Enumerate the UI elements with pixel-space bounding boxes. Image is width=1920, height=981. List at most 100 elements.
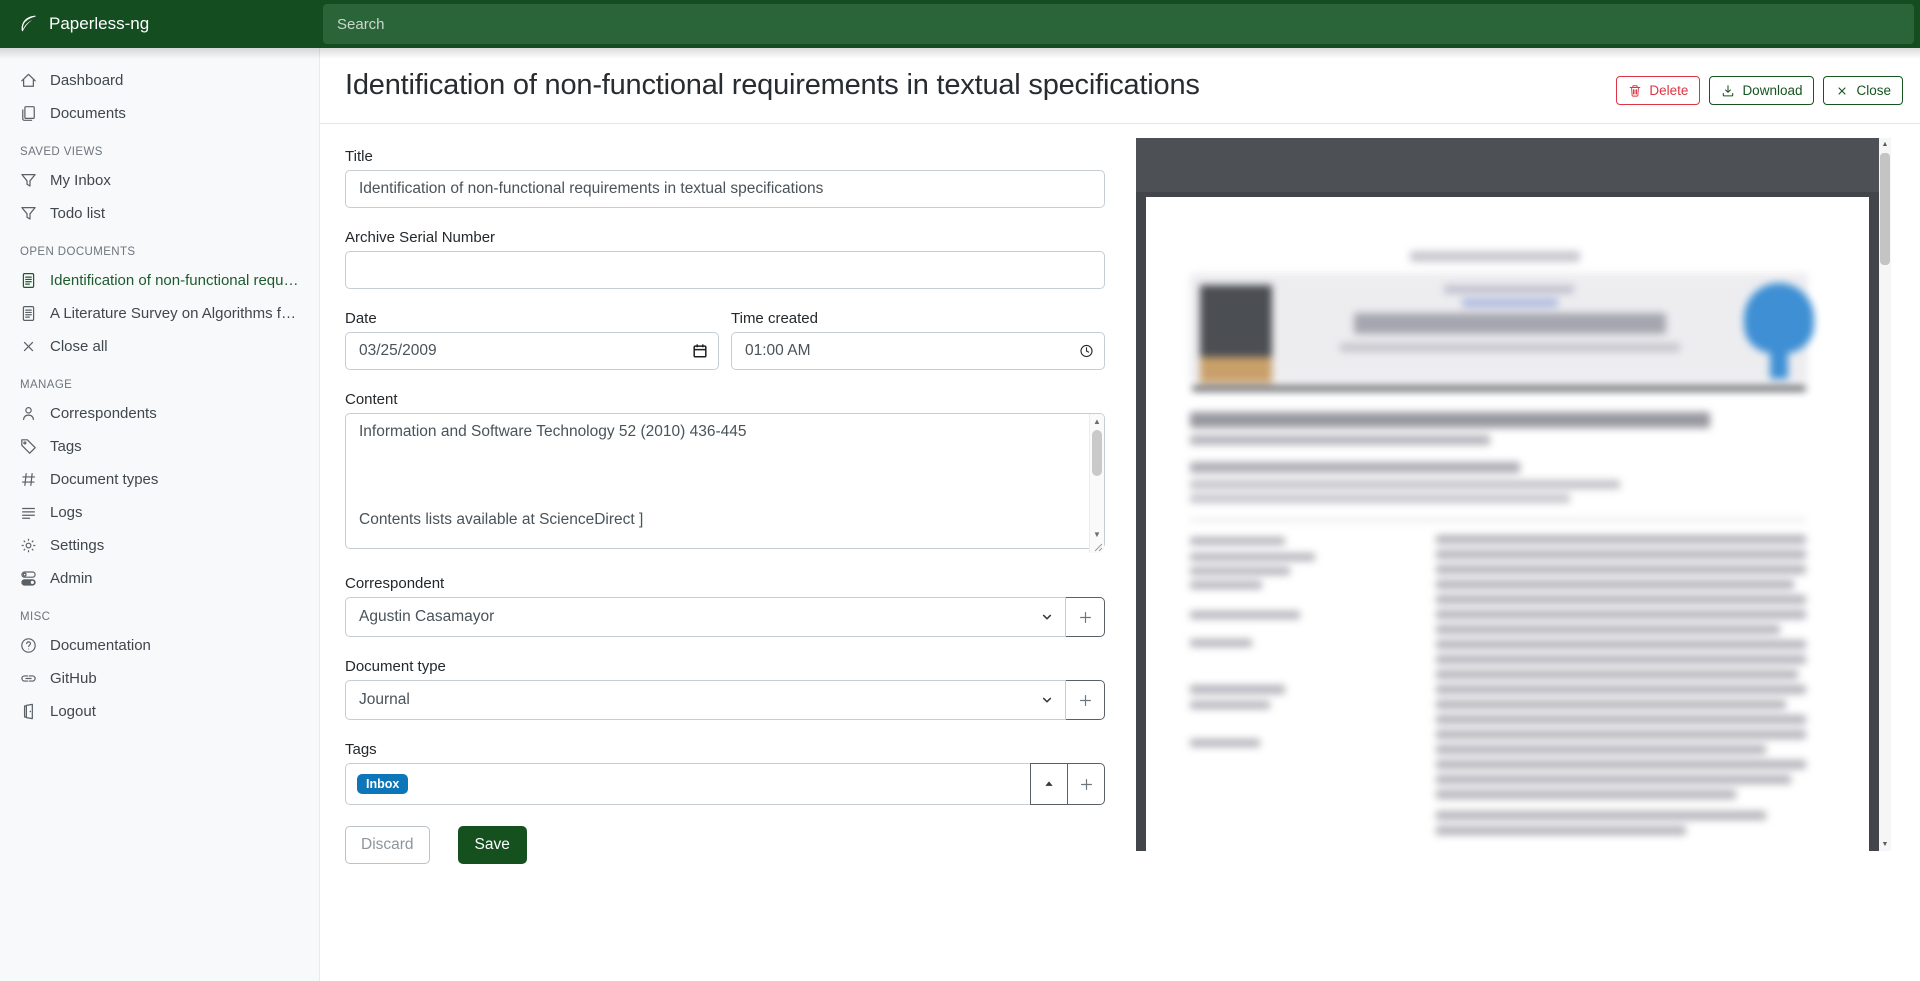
sidebar-item-document-types[interactable]: Document types	[0, 463, 319, 496]
correspondent-value: Agustin Casamayor	[359, 608, 494, 626]
funnel-icon	[20, 172, 37, 189]
scroll-down-arrow[interactable]: ▼	[1090, 527, 1104, 541]
funnel-icon	[20, 205, 37, 222]
sidebar-item-label: Correspondents	[50, 405, 157, 422]
file-text-icon	[20, 305, 37, 322]
sidebar-item-correspondents[interactable]: Correspondents	[0, 397, 319, 430]
date-input[interactable]	[345, 332, 719, 370]
search-input[interactable]	[323, 4, 1914, 44]
page-title: Identification of non-functional require…	[345, 69, 1200, 102]
close-button[interactable]: Close	[1823, 76, 1903, 105]
date-group: Date	[345, 310, 719, 370]
scroll-up-arrow[interactable]: ▲	[1090, 414, 1104, 428]
gear-icon	[20, 537, 37, 554]
download-button[interactable]: Download	[1709, 76, 1814, 105]
document-actions: Delete Download Close	[1616, 76, 1903, 105]
tags-dropdown-toggle[interactable]	[1030, 763, 1068, 805]
sidebar-item-label: Settings	[50, 537, 104, 554]
delete-button[interactable]: Delete	[1616, 76, 1700, 105]
delete-label: Delete	[1649, 83, 1688, 98]
document-preview-pane: ▲ ▼	[1136, 138, 1891, 851]
calendar-icon[interactable]	[692, 343, 708, 359]
form-buttons: Discard Save	[345, 826, 1105, 864]
download-icon	[1721, 84, 1735, 98]
close-icon	[20, 338, 37, 355]
chevron-down-icon	[1040, 610, 1054, 624]
sidebar-heading-saved-views: SAVED VIEWS	[0, 130, 319, 164]
asn-label: Archive Serial Number	[345, 229, 1105, 246]
clock-icon[interactable]	[1079, 344, 1094, 359]
sidebar-item-logout[interactable]: Logout	[0, 695, 319, 728]
house-icon	[20, 72, 37, 89]
sidebar-item-my-inbox[interactable]: My Inbox	[0, 164, 319, 197]
document-type-value: Journal	[359, 691, 410, 709]
tags-input[interactable]: Inbox	[345, 763, 1031, 805]
pdf-page-blurred-content	[1146, 197, 1869, 851]
documents-icon	[20, 105, 37, 122]
title-input[interactable]	[345, 170, 1105, 208]
scrollbar-thumb[interactable]	[1092, 430, 1102, 476]
brand[interactable]: Paperless-ng	[0, 14, 320, 34]
sidebar-item-settings[interactable]: Settings	[0, 529, 319, 562]
list-icon	[20, 504, 37, 521]
textarea-scrollbar[interactable]: ▲ ▼	[1089, 414, 1104, 553]
add-correspondent-button[interactable]	[1065, 597, 1105, 637]
sidebar-item-github[interactable]: GitHub	[0, 662, 319, 695]
document-type-select[interactable]: Journal	[345, 680, 1066, 720]
sidebar-item-todo-list[interactable]: Todo list	[0, 197, 319, 230]
search-bar-container	[320, 0, 1920, 48]
content-textarea[interactable]: Information and Software Technology 52 (…	[345, 413, 1105, 549]
pdf-viewer	[1136, 138, 1879, 851]
time-group: Time created	[731, 310, 1105, 370]
preview-scrollbar[interactable]: ▲ ▼	[1879, 138, 1891, 851]
correspondent-label: Correspondent	[345, 575, 1105, 592]
tags-label: Tags	[345, 741, 1105, 758]
add-tag-button[interactable]	[1067, 763, 1105, 805]
sidebar-item-label: Document types	[50, 471, 158, 488]
link-icon	[20, 670, 37, 687]
sidebar: Dashboard Documents SAVED VIEWS My Inbox…	[0, 48, 320, 981]
tag-badge-inbox: Inbox	[357, 774, 408, 795]
tags-group: Tags Inbox	[345, 741, 1105, 805]
sidebar-item-label: My Inbox	[50, 172, 111, 189]
scrollbar-thumb[interactable]	[1880, 153, 1890, 265]
title-label: Title	[345, 148, 1105, 165]
correspondent-select[interactable]: Agustin Casamayor	[345, 597, 1066, 637]
discard-button[interactable]: Discard	[345, 826, 430, 864]
sidebar-item-admin[interactable]: Admin	[0, 562, 319, 595]
sidebar-item-label: Admin	[50, 570, 93, 587]
sidebar-item-dashboard[interactable]: Dashboard	[0, 64, 319, 97]
content-label: Content	[345, 391, 1105, 408]
asn-group: Archive Serial Number	[345, 229, 1105, 289]
sidebar-item-close-all[interactable]: Close all	[0, 330, 319, 363]
sidebar-open-document-2[interactable]: A Literature Survey on Algorithms for Mu…	[0, 297, 319, 330]
sidebar-item-documentation[interactable]: Documentation	[0, 629, 319, 662]
sidebar-item-label: Identification of non-functional require…	[50, 272, 299, 289]
title-group: Title	[345, 148, 1105, 208]
scroll-up-arrow[interactable]: ▲	[1879, 138, 1891, 151]
main-content: Identification of non-functional require…	[320, 48, 1920, 981]
content-group: Content Information and Software Technol…	[345, 391, 1105, 554]
sidebar-item-label: Documents	[50, 105, 126, 122]
add-document-type-button[interactable]	[1065, 680, 1105, 720]
sidebar-item-label: Logout	[50, 703, 96, 720]
toggles-icon	[20, 570, 37, 587]
sidebar-item-label: A Literature Survey on Algorithms for Mu…	[50, 305, 299, 322]
sidebar-item-logs[interactable]: Logs	[0, 496, 319, 529]
scroll-down-arrow[interactable]: ▼	[1879, 838, 1891, 851]
sidebar-item-tags[interactable]: Tags	[0, 430, 319, 463]
correspondent-group: Correspondent Agustin Casamayor	[345, 575, 1105, 637]
document-header: Identification of non-functional require…	[320, 48, 1920, 124]
sidebar-item-label: Logs	[50, 504, 83, 521]
asn-input[interactable]	[345, 251, 1105, 289]
sidebar-item-documents[interactable]: Documents	[0, 97, 319, 130]
document-type-group: Document type Journal	[345, 658, 1105, 720]
sidebar-open-document-1[interactable]: Identification of non-functional require…	[0, 264, 319, 297]
time-created-input[interactable]	[731, 332, 1105, 370]
door-open-icon	[20, 703, 37, 720]
chevron-down-icon	[1040, 693, 1054, 707]
save-button[interactable]: Save	[458, 826, 527, 864]
resize-grip[interactable]	[1093, 542, 1103, 552]
download-label: Download	[1742, 83, 1802, 98]
pdf-page	[1146, 197, 1869, 851]
